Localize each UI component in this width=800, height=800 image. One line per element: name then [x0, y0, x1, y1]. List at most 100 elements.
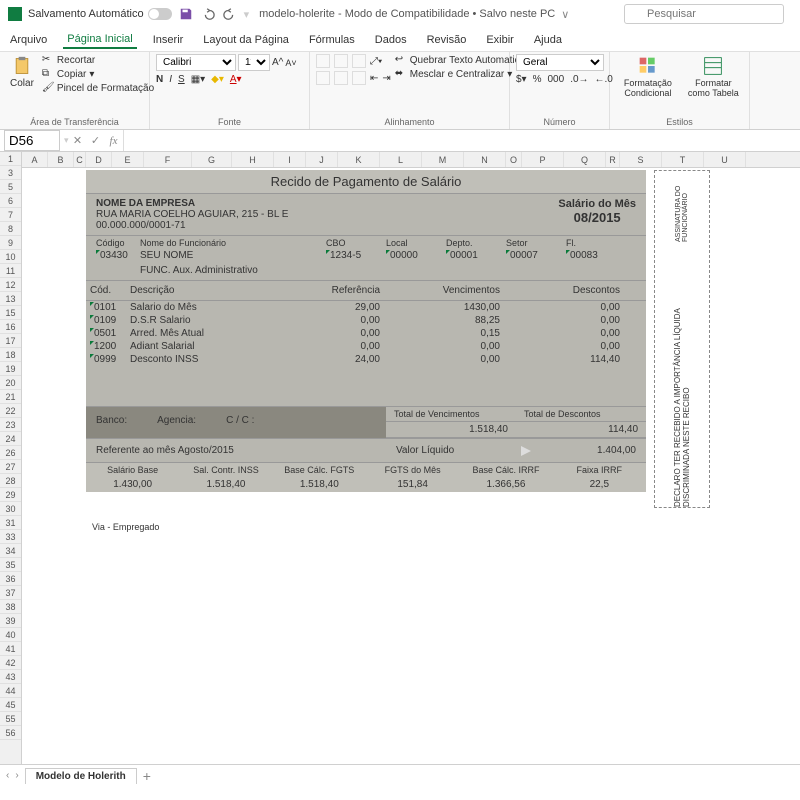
fill-color-button[interactable]: ◆▾ — [211, 74, 224, 85]
menu-exibir[interactable]: Exibir — [482, 32, 518, 48]
menu-arquivo[interactable]: Arquivo — [6, 32, 51, 48]
col-venc: Vencimentos — [384, 283, 504, 298]
name-box[interactable] — [4, 130, 60, 151]
italic-button[interactable]: I — [169, 74, 172, 85]
valor-liq-label: Valor Líquido — [396, 445, 454, 456]
hdr-codigo: Código — [96, 238, 140, 248]
emp-function: FUNC. Aux. Administrativo — [140, 265, 258, 276]
currency-icon[interactable]: $▾ — [516, 74, 527, 85]
col-cod: Cód. — [86, 283, 126, 298]
scissors-icon: ✂ — [42, 54, 54, 66]
font-color-button[interactable]: A▾ — [230, 74, 242, 85]
emp-depto: 00001 — [450, 250, 478, 261]
sheet-tab-active[interactable]: Modelo de Holerith — [25, 768, 137, 784]
col-desc: Descrição — [126, 283, 304, 298]
formula-input[interactable] — [123, 130, 800, 151]
underline-button[interactable]: S — [178, 74, 185, 85]
autosave-label: Salvamento Automático — [28, 8, 144, 20]
assinatura-text: ASSINATURA DO FUNCIONÁRIO — [675, 171, 689, 242]
menu-ajuda[interactable]: Ajuda — [530, 32, 566, 48]
format-table-label: Formatar como Tabela — [688, 78, 739, 98]
row-headers[interactable]: 1356789101112131516171819202122232426272… — [0, 152, 22, 764]
bold-button[interactable]: N — [156, 74, 163, 85]
paste-button[interactable]: Colar — [6, 54, 38, 91]
company-cnpj: 00.000.000/0001-71 — [96, 220, 288, 231]
table-row: 0109D.S.R Salario0,0088,250,00 — [86, 314, 646, 327]
brush-icon: 🖌 — [42, 82, 54, 94]
decrease-font-icon[interactable]: A˅ — [285, 58, 296, 68]
font-name-select[interactable]: Calibri — [156, 54, 236, 71]
payslip-lines: 0101Salario do Mês29,001430,000,000109D.… — [86, 301, 646, 366]
cc-label: C / C : — [226, 415, 254, 430]
menu-dados[interactable]: Dados — [371, 32, 411, 48]
indent-dec-icon[interactable]: ⇤ — [370, 73, 378, 84]
orientation-icon[interactable]: ⤢▾ — [370, 56, 382, 67]
conditional-format-button[interactable]: Formatação Condicional — [616, 54, 680, 100]
font-size-select[interactable]: 11 — [238, 54, 270, 71]
tab-nav-prev[interactable]: ‹ — [6, 770, 9, 781]
tot-desc-value: 114,40 — [516, 422, 646, 437]
menu-inserir[interactable]: Inserir — [149, 32, 188, 48]
menu-revisao[interactable]: Revisão — [423, 32, 471, 48]
switch-icon[interactable] — [148, 8, 172, 20]
base-headers: Salário BaseSal. Contr. INSSBase Cálc. F… — [86, 462, 646, 477]
table-row: 0999Desconto INSS24,000,00114,40 — [86, 353, 646, 366]
hdr-setor: Setor — [506, 238, 566, 248]
autosave-toggle[interactable]: Salvamento Automático — [28, 8, 172, 20]
undo-icon[interactable] — [200, 6, 216, 22]
align-middle-icon[interactable] — [334, 54, 348, 68]
cond-format-icon — [638, 56, 658, 76]
menu-pagina-inicial[interactable]: Página Inicial — [63, 31, 136, 49]
redo-icon[interactable] — [222, 6, 238, 22]
excel-logo-icon — [8, 7, 22, 21]
via-empregado: Via - Empregado — [86, 516, 159, 532]
percent-icon[interactable]: % — [533, 74, 542, 85]
sheet-tabs: ‹ › Modelo de Holerith + — [0, 764, 800, 786]
number-format-select[interactable]: Geral — [516, 54, 604, 71]
declaro-text: DECLARO TER RECEBIDO A IMPORTÂNCIA LÍQUI… — [673, 295, 691, 507]
increase-font-icon[interactable]: A^ — [272, 57, 283, 68]
banco-label: Banco: — [96, 415, 127, 430]
emp-cbo: 1234-5 — [330, 250, 361, 261]
save-icon[interactable] — [178, 6, 194, 22]
add-sheet-button[interactable]: + — [143, 768, 151, 784]
copy-button[interactable]: ⧉Copiar ▾ — [42, 68, 154, 80]
align-center-icon[interactable] — [334, 71, 348, 85]
ribbon: Colar ✂Recortar ⧉Copiar ▾ 🖌Pincel de For… — [0, 52, 800, 130]
arrow-icon — [521, 446, 531, 456]
accept-formula-icon[interactable]: ✓ — [87, 134, 105, 147]
align-top-icon[interactable] — [316, 54, 330, 68]
align-bottom-icon[interactable] — [352, 54, 366, 68]
increase-decimal-icon[interactable]: .0→ — [570, 74, 588, 85]
indent-inc-icon[interactable]: ⇥ — [382, 73, 390, 84]
align-left-icon[interactable] — [316, 71, 330, 85]
fx-icon[interactable]: fx — [105, 135, 123, 147]
cut-button[interactable]: ✂Recortar — [42, 54, 154, 66]
column-headers[interactable]: ABCDEFGHIJKLMNOPQRSTU — [22, 152, 800, 168]
border-button[interactable]: ▦▾ — [191, 74, 205, 85]
spreadsheet: 1356789101112131516171819202122232426272… — [0, 152, 800, 764]
menu-layout[interactable]: Layout da Página — [199, 32, 293, 48]
ribbon-group-clipboard: Área de Transferência — [6, 115, 143, 127]
tot-venc-value: 1.518,40 — [386, 422, 516, 437]
thousands-icon[interactable]: 000 — [548, 74, 565, 85]
cancel-formula-icon[interactable]: ✕ — [69, 134, 87, 147]
menu-bar: Arquivo Página Inicial Inserir Layout da… — [0, 28, 800, 52]
format-table-button[interactable]: Formatar como Tabela — [684, 54, 743, 100]
format-painter-button[interactable]: 🖌Pincel de Formatação — [42, 82, 154, 94]
company-address: RUA MARIA COELHO AGUIAR, 215 - BL E — [96, 209, 288, 220]
grid-body[interactable]: Recido de Pagamento de Salário NOME DA E… — [22, 168, 800, 764]
search-input[interactable] — [624, 4, 784, 24]
payslip-document: Recido de Pagamento de Salário NOME DA E… — [86, 170, 646, 492]
cond-format-label: Formatação Condicional — [620, 78, 676, 98]
search-box[interactable] — [624, 4, 784, 24]
bank-info: Banco: Agencia: C / C : — [86, 407, 386, 438]
align-right-icon[interactable] — [352, 71, 366, 85]
agencia-label: Agencia: — [157, 415, 196, 430]
company-name: NOME DA EMPRESA — [96, 198, 288, 209]
document-name[interactable]: modelo-holerite - Modo de Compatibilidad… — [259, 8, 555, 20]
tab-nav-next[interactable]: › — [15, 770, 18, 781]
menu-formulas[interactable]: Fórmulas — [305, 32, 359, 48]
payslip-title: Recido de Pagamento de Salário — [86, 170, 646, 193]
hdr-fl: Fl. — [566, 238, 616, 248]
